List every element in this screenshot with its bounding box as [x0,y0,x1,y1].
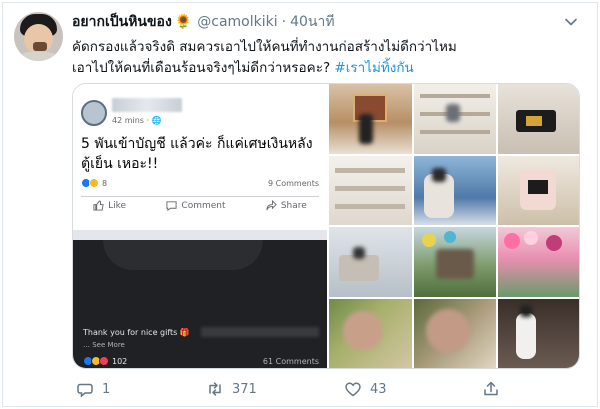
globe-icon: 🌐 [151,116,162,125]
collage-photo [498,298,579,368]
facebook-screenshot[interactable]: 42 mins · 🌐 5 พันเข้าบัญชี แล้วค่ะ ก็แค่… [73,84,327,368]
collage-photo [498,227,579,297]
fb-dark-comment-count: 61 Comments [262,357,319,366]
thumbs-up-icon [93,200,104,211]
tweet-header: อยากเป็นหินของ 🌻 @camolkiki · 40นาที [72,12,335,32]
tweet-text-line-2-body: เอาไปให้คนที่เดือนร้อนจริงๆไม่ดีกว่าหรอค… [72,60,331,76]
fb-divider [81,196,319,197]
fb-comment-label: Comment [181,200,226,211]
fb-see-more: … See More [83,341,125,349]
collage-photo [413,84,497,154]
share-button[interactable] [482,380,500,398]
fb-dark-caption: Thank you for nice gifts 🎁 [83,328,190,337]
like-count: 43 [370,381,387,397]
fb-dark-redacted [201,327,319,337]
retweet-icon [209,382,221,396]
fb-dark-reactions: 102 [83,356,127,366]
fb-like-label: Like [108,200,127,211]
tweet-actions: 1 371 43 [72,377,580,401]
author-name[interactable]: อยากเป็นหินของ [72,11,172,33]
fb-post-message: 5 พันเข้าบัญชี แล้วค่ะ ก็แค่เศษเงินหลังต… [81,136,313,172]
author-handle[interactable]: @camolkiki [197,14,277,30]
comment-icon [166,201,177,211]
collage-photo [413,155,497,225]
hashtag-link[interactable]: #เราไม่ทิ้งกัน [334,60,413,76]
tweet-text-line-1: คัดกรองแล้วจริงดิ สมควรเอาไปให้คนที่ทำงา… [72,39,457,55]
collage-photo [329,227,412,297]
tweet-media[interactable]: 42 mins · 🌐 5 พันเข้าบัญชี แล้วค่ะ ก็แค่… [72,83,580,369]
fb-post-meta: 42 mins · 🌐 [112,116,162,125]
reply-count: 1 [102,381,111,397]
fb-name-redacted [112,98,182,112]
fb-separator [73,230,327,240]
tweet-text-line-2: เอาไปให้คนที่เดือนร้อนจริงๆไม่ดีกว่าหรอค… [72,58,572,79]
collage-photo [413,227,497,297]
chevron-down-icon[interactable] [564,15,578,29]
tweet-time[interactable]: 40นาที [290,11,334,33]
heart-icon [345,382,361,397]
avatar[interactable] [14,12,63,61]
collage-photo [498,155,579,225]
fb-reaction-count: 8 [102,178,108,188]
fb-share-button: Share [266,200,307,211]
fb-like-button: Like [93,200,126,211]
fb-action-bar: Like Comment Share [73,200,327,211]
collage-photo [329,155,412,225]
sunflower-emoji: 🌻 [174,14,193,30]
fb-avatar [81,100,107,126]
collage-photo [413,298,497,368]
fb-dark-post: Thank you for nice gifts 🎁 … See More 10… [73,240,327,368]
collage-photo [329,298,412,368]
reply-button[interactable]: 1 [76,380,110,398]
share-icon [484,381,498,396]
retweet-count: 371 [232,381,257,397]
time-separator: · [281,14,287,30]
retweet-button[interactable]: 371 [206,380,257,398]
like-button[interactable]: 43 [344,380,387,398]
fb-post-time: 42 mins · [112,116,152,125]
reply-icon [77,383,93,398]
fb-post-card: 42 mins · 🌐 5 พันเข้าบัญชี แล้วค่ะ ก็แค่… [73,84,327,230]
collage-photo [329,84,412,154]
tweet-text: คัดกรองแล้วจริงดิ สมควรเอาไปให้คนที่ทำงา… [72,37,572,79]
fb-reactions: 8 [81,178,107,188]
love-reaction-icon [99,356,109,366]
share-icon [266,200,277,211]
photo-collage[interactable] [329,84,579,368]
fb-comment-count: 9 Comments [268,179,319,188]
haha-reaction-icon [89,178,99,188]
collage-photo [498,84,579,154]
fb-comment-button: Comment [166,200,226,211]
fb-dark-reaction-count: 102 [112,356,128,366]
fb-share-label: Share [280,200,307,211]
